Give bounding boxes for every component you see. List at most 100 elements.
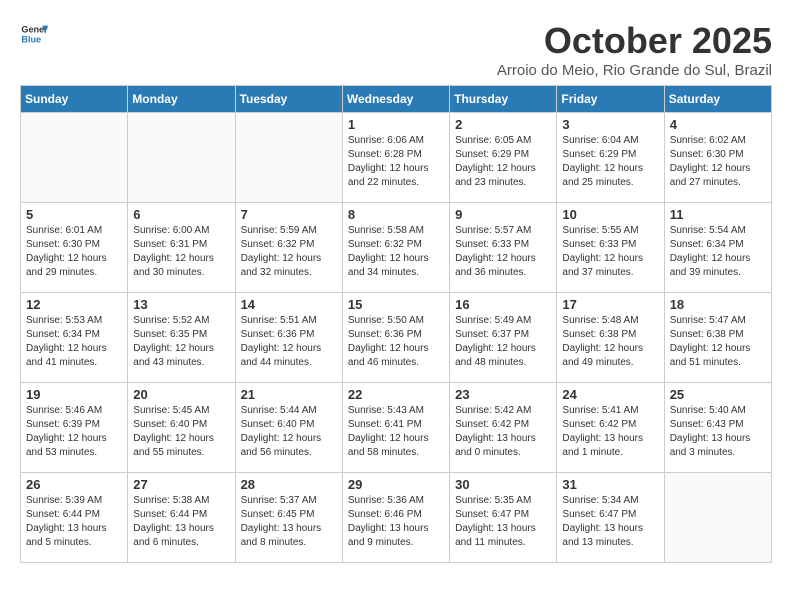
day-info: Sunrise: 5:48 AM Sunset: 6:38 PM Dayligh…	[562, 314, 658, 370]
day-number: 4	[670, 117, 766, 132]
calendar-cell: 23 Sunrise: 5:42 AM Sunset: 6:42 PM Dayli…	[450, 383, 557, 473]
calendar-cell: 30 Sunrise: 5:35 AM Sunset: 6:47 PM Dayli…	[450, 473, 557, 563]
calendar-week-row: 12 Sunrise: 5:53 AM Sunset: 6:34 PM Dayli…	[21, 293, 772, 383]
calendar-cell: 28 Sunrise: 5:37 AM Sunset: 6:45 PM Dayli…	[235, 473, 342, 563]
calendar-cell: 22 Sunrise: 5:43 AM Sunset: 6:41 PM Dayli…	[342, 383, 449, 473]
calendar-cell: 17 Sunrise: 5:48 AM Sunset: 6:38 PM Dayli…	[557, 293, 664, 383]
day-info: Sunrise: 5:58 AM Sunset: 6:32 PM Dayligh…	[348, 224, 444, 280]
calendar-cell: 24 Sunrise: 5:41 AM Sunset: 6:42 PM Dayli…	[557, 383, 664, 473]
day-number: 6	[133, 207, 229, 222]
day-info: Sunrise: 5:53 AM Sunset: 6:34 PM Dayligh…	[26, 314, 122, 370]
month-title: October 2025	[497, 20, 772, 62]
calendar-cell: 31 Sunrise: 5:34 AM Sunset: 6:47 PM Dayli…	[557, 473, 664, 563]
day-info: Sunrise: 6:05 AM Sunset: 6:29 PM Dayligh…	[455, 134, 551, 190]
day-info: Sunrise: 6:00 AM Sunset: 6:31 PM Dayligh…	[133, 224, 229, 280]
day-info: Sunrise: 5:45 AM Sunset: 6:40 PM Dayligh…	[133, 404, 229, 460]
weekday-header: Sunday	[21, 86, 128, 113]
day-info: Sunrise: 5:36 AM Sunset: 6:46 PM Dayligh…	[348, 494, 444, 550]
day-number: 5	[26, 207, 122, 222]
weekday-header: Thursday	[450, 86, 557, 113]
day-number: 21	[241, 387, 337, 402]
calendar-table: SundayMondayTuesdayWednesdayThursdayFrid…	[20, 85, 772, 563]
calendar-cell: 5 Sunrise: 6:01 AM Sunset: 6:30 PM Daylig…	[21, 203, 128, 293]
day-info: Sunrise: 6:02 AM Sunset: 6:30 PM Dayligh…	[670, 134, 766, 190]
day-number: 20	[133, 387, 229, 402]
day-info: Sunrise: 5:59 AM Sunset: 6:32 PM Dayligh…	[241, 224, 337, 280]
calendar-cell: 3Sunrise: 6:04 AM Sunset: 6:29 PM Daylig…	[557, 113, 664, 203]
day-number: 26	[26, 477, 122, 492]
day-number: 28	[241, 477, 337, 492]
calendar-cell: 7Sunrise: 5:59 AM Sunset: 6:32 PM Daylig…	[235, 203, 342, 293]
calendar-cell: 9 Sunrise: 5:57 AM Sunset: 6:33 PM Daylig…	[450, 203, 557, 293]
weekday-header: Tuesday	[235, 86, 342, 113]
calendar-cell: 8 Sunrise: 5:58 AM Sunset: 6:32 PM Daylig…	[342, 203, 449, 293]
calendar-cell: 10 Sunrise: 5:55 AM Sunset: 6:33 PM Dayli…	[557, 203, 664, 293]
day-info: Sunrise: 5:39 AM Sunset: 6:44 PM Dayligh…	[26, 494, 122, 550]
day-number: 2	[455, 117, 551, 132]
day-info: Sunrise: 5:37 AM Sunset: 6:45 PM Dayligh…	[241, 494, 337, 550]
day-number: 18	[670, 297, 766, 312]
day-number: 8	[348, 207, 444, 222]
calendar-cell: 25 Sunrise: 5:40 AM Sunset: 6:43 PM Dayli…	[664, 383, 771, 473]
calendar-cell: 26 Sunrise: 5:39 AM Sunset: 6:44 PM Dayli…	[21, 473, 128, 563]
day-info: Sunrise: 5:57 AM Sunset: 6:33 PM Dayligh…	[455, 224, 551, 280]
day-info: Sunrise: 5:34 AM Sunset: 6:47 PM Dayligh…	[562, 494, 658, 550]
day-number: 25	[670, 387, 766, 402]
calendar-cell: 20 Sunrise: 5:45 AM Sunset: 6:40 PM Dayli…	[128, 383, 235, 473]
day-info: Sunrise: 5:55 AM Sunset: 6:33 PM Dayligh…	[562, 224, 658, 280]
calendar-cell: 11Sunrise: 5:54 AM Sunset: 6:34 PM Dayli…	[664, 203, 771, 293]
header: General Blue October 2025 Arroio do Meio…	[20, 20, 772, 79]
calendar-header: SundayMondayTuesdayWednesdayThursdayFrid…	[21, 86, 772, 113]
day-number: 27	[133, 477, 229, 492]
location-title: Arroio do Meio, Rio Grande do Sul, Brazi…	[497, 62, 772, 79]
day-info: Sunrise: 5:49 AM Sunset: 6:37 PM Dayligh…	[455, 314, 551, 370]
day-number: 10	[562, 207, 658, 222]
logo-icon: General Blue	[20, 20, 48, 48]
logo: General Blue	[20, 20, 48, 48]
calendar-cell: 12 Sunrise: 5:53 AM Sunset: 6:34 PM Dayli…	[21, 293, 128, 383]
weekday-header: Saturday	[664, 86, 771, 113]
title-area: October 2025 Arroio do Meio, Rio Grande …	[497, 20, 772, 79]
day-info: Sunrise: 5:47 AM Sunset: 6:38 PM Dayligh…	[670, 314, 766, 370]
calendar-cell: 1 Sunrise: 6:06 AM Sunset: 6:28 PM Daylig…	[342, 113, 449, 203]
calendar-cell	[21, 113, 128, 203]
day-info: Sunrise: 5:42 AM Sunset: 6:42 PM Dayligh…	[455, 404, 551, 460]
day-number: 15	[348, 297, 444, 312]
weekday-header: Friday	[557, 86, 664, 113]
calendar-week-row: 26 Sunrise: 5:39 AM Sunset: 6:44 PM Dayli…	[21, 473, 772, 563]
calendar-cell: 6 Sunrise: 6:00 AM Sunset: 6:31 PM Daylig…	[128, 203, 235, 293]
calendar-body: 1 Sunrise: 6:06 AM Sunset: 6:28 PM Daylig…	[21, 113, 772, 563]
weekday-header: Monday	[128, 86, 235, 113]
day-number: 1	[348, 117, 444, 132]
calendar-cell: 27Sunrise: 5:38 AM Sunset: 6:44 PM Dayli…	[128, 473, 235, 563]
day-info: Sunrise: 5:35 AM Sunset: 6:47 PM Dayligh…	[455, 494, 551, 550]
day-number: 24	[562, 387, 658, 402]
calendar-week-row: 5 Sunrise: 6:01 AM Sunset: 6:30 PM Daylig…	[21, 203, 772, 293]
calendar-cell: 15 Sunrise: 5:50 AM Sunset: 6:36 PM Dayli…	[342, 293, 449, 383]
day-info: Sunrise: 6:01 AM Sunset: 6:30 PM Dayligh…	[26, 224, 122, 280]
day-number: 31	[562, 477, 658, 492]
calendar-cell	[128, 113, 235, 203]
svg-text:Blue: Blue	[21, 34, 41, 44]
day-info: Sunrise: 5:40 AM Sunset: 6:43 PM Dayligh…	[670, 404, 766, 460]
calendar-cell	[664, 473, 771, 563]
day-info: Sunrise: 6:06 AM Sunset: 6:28 PM Dayligh…	[348, 134, 444, 190]
calendar-cell: 21 Sunrise: 5:44 AM Sunset: 6:40 PM Dayli…	[235, 383, 342, 473]
day-number: 30	[455, 477, 551, 492]
day-number: 9	[455, 207, 551, 222]
day-number: 23	[455, 387, 551, 402]
day-number: 12	[26, 297, 122, 312]
day-info: Sunrise: 5:41 AM Sunset: 6:42 PM Dayligh…	[562, 404, 658, 460]
calendar-cell: 19Sunrise: 5:46 AM Sunset: 6:39 PM Dayli…	[21, 383, 128, 473]
day-number: 22	[348, 387, 444, 402]
day-info: Sunrise: 5:51 AM Sunset: 6:36 PM Dayligh…	[241, 314, 337, 370]
day-number: 29	[348, 477, 444, 492]
day-info: Sunrise: 5:43 AM Sunset: 6:41 PM Dayligh…	[348, 404, 444, 460]
calendar-cell: 16Sunrise: 5:49 AM Sunset: 6:37 PM Dayli…	[450, 293, 557, 383]
day-number: 3	[562, 117, 658, 132]
calendar-cell	[235, 113, 342, 203]
day-info: Sunrise: 5:50 AM Sunset: 6:36 PM Dayligh…	[348, 314, 444, 370]
day-number: 11	[670, 207, 766, 222]
day-number: 17	[562, 297, 658, 312]
day-info: Sunrise: 5:44 AM Sunset: 6:40 PM Dayligh…	[241, 404, 337, 460]
